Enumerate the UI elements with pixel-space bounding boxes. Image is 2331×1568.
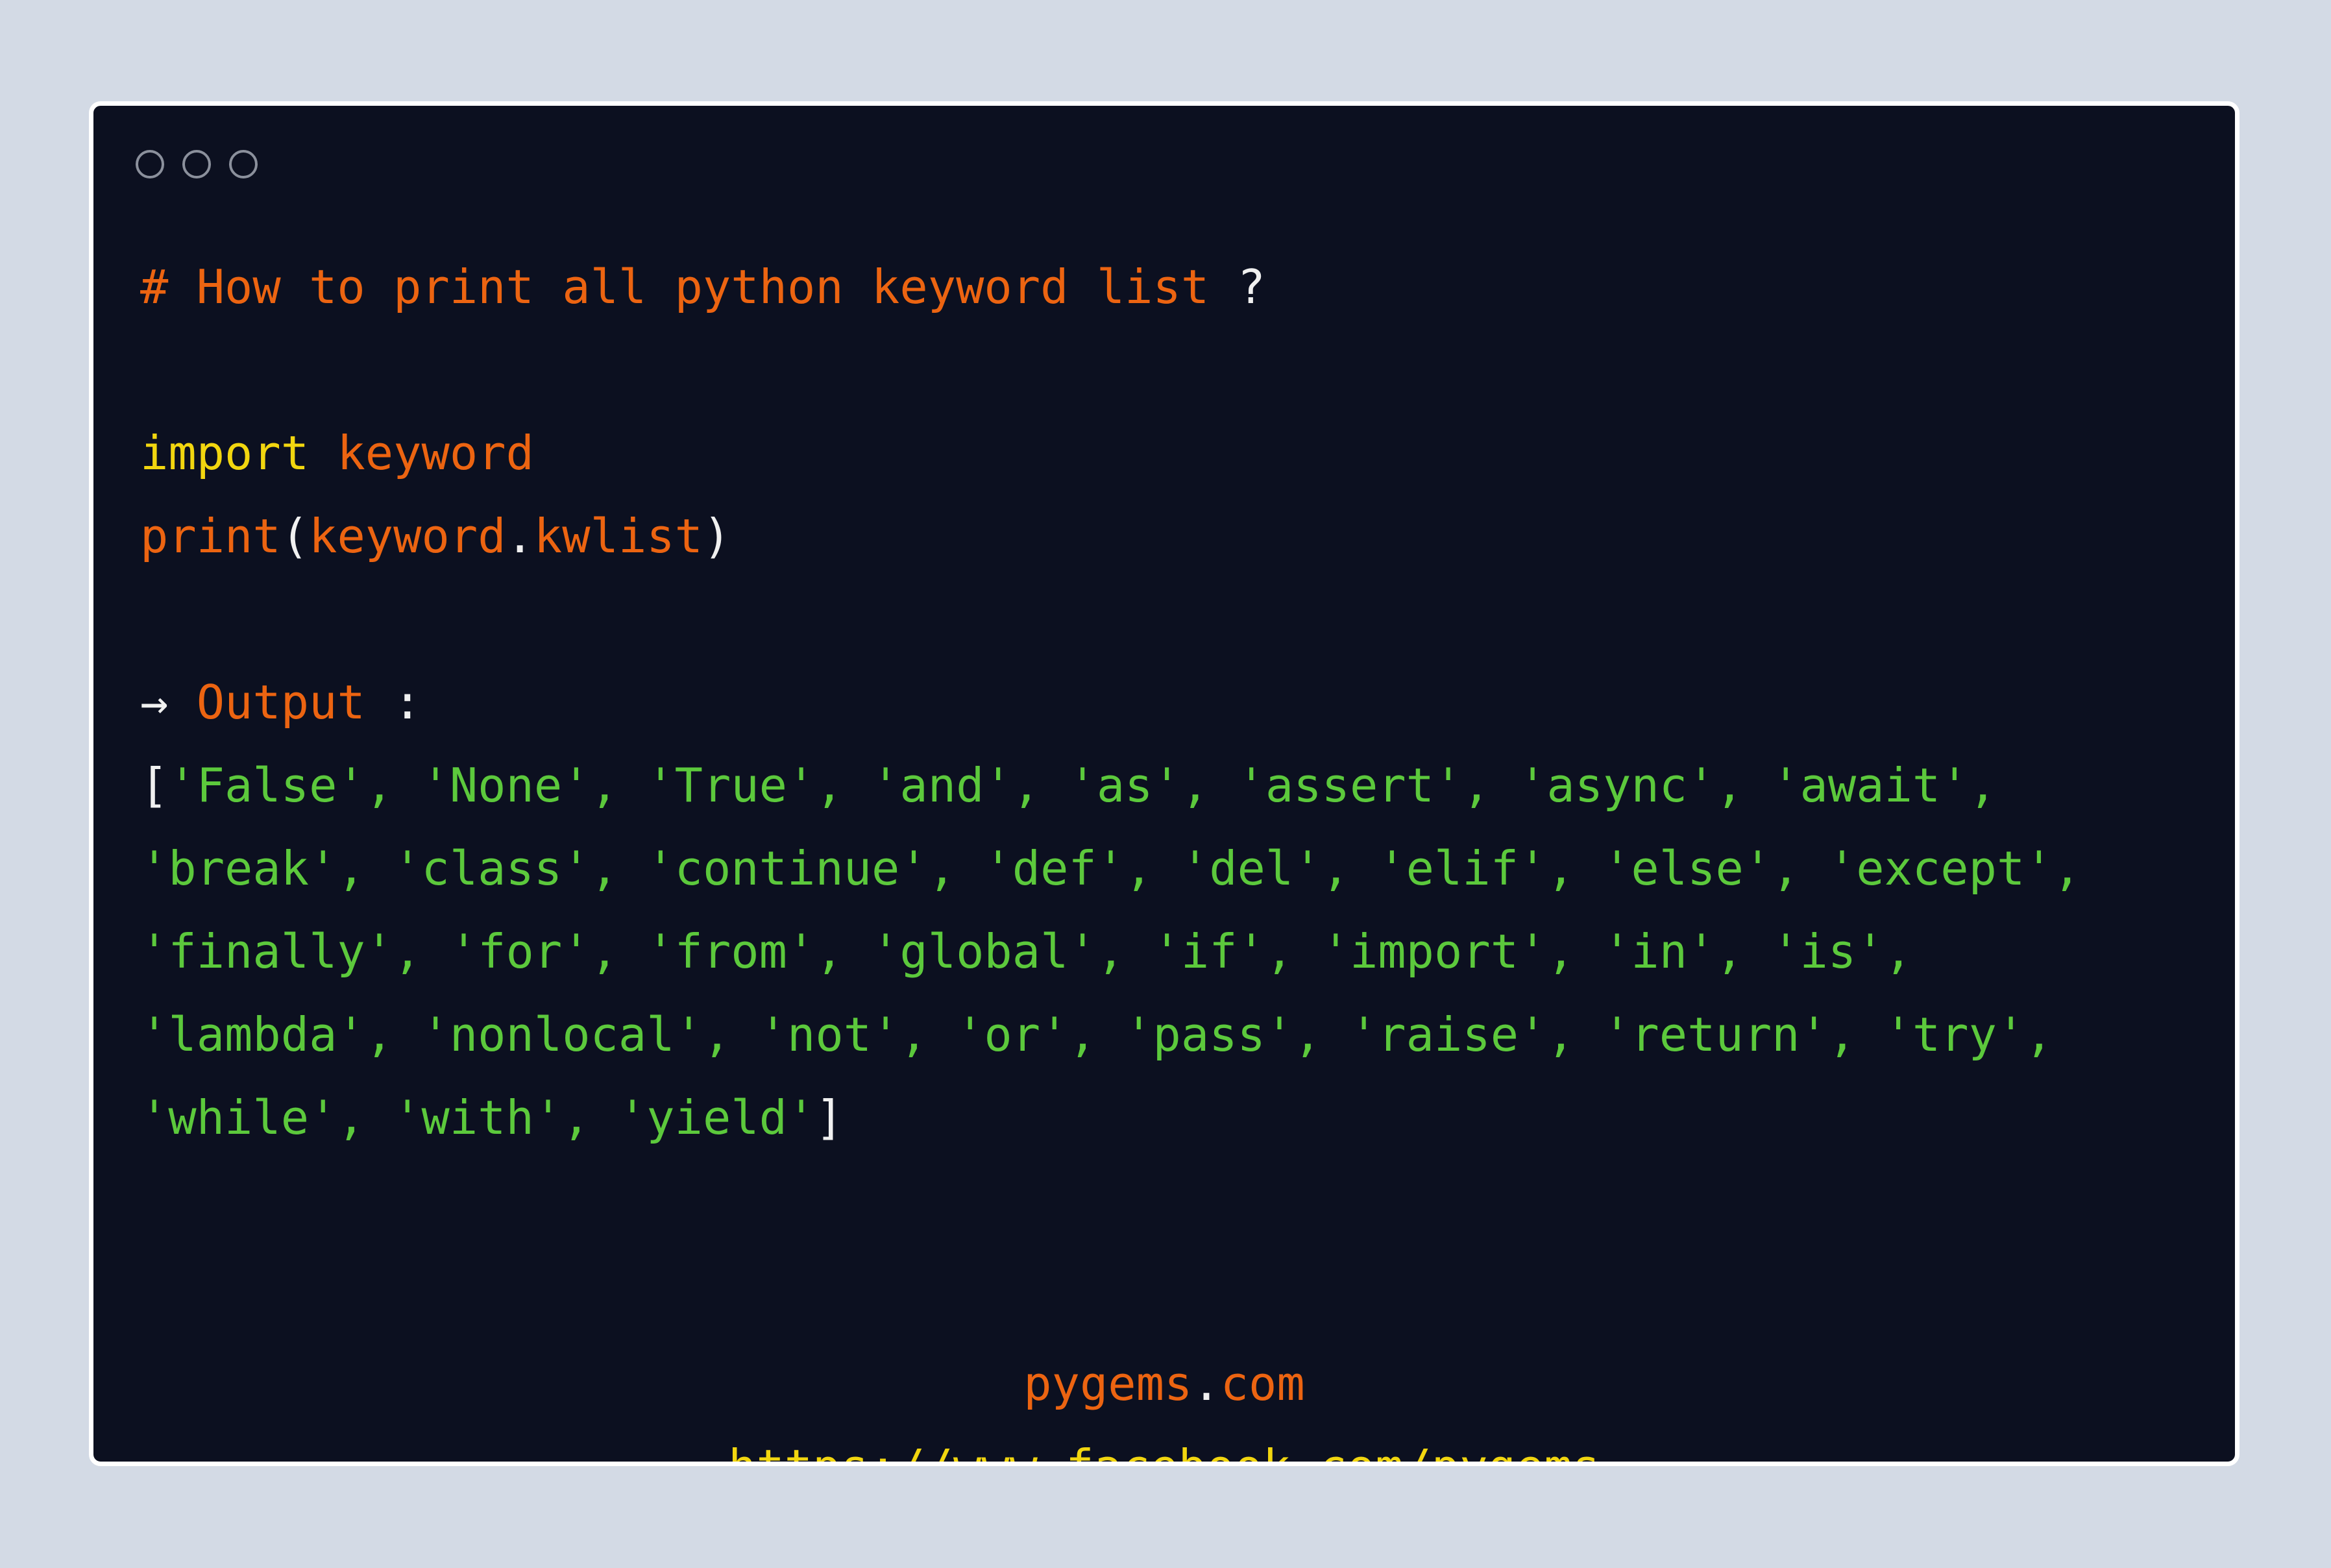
output-text: 'lambda', 'nonlocal', 'not', 'or', 'pass… bbox=[140, 1007, 2053, 1062]
code-block: # How to print all python keyword list ?… bbox=[140, 245, 2081, 1159]
window-dot bbox=[136, 150, 164, 178]
arrow-space bbox=[168, 675, 196, 729]
list-close-bracket: ] bbox=[815, 1090, 844, 1145]
output-line: 'finally', 'for', 'from', 'global', 'if'… bbox=[140, 910, 2081, 993]
import-line: import keyword bbox=[140, 411, 2081, 495]
output-text: 'while', 'with', 'yield' bbox=[140, 1090, 816, 1145]
output-label: Output bbox=[196, 675, 365, 729]
output-colon: : bbox=[365, 675, 422, 729]
output-label-line: → Output : bbox=[140, 661, 2081, 744]
paren-open: ( bbox=[280, 509, 310, 563]
output-text: 'finally', 'for', 'from', 'global', 'if'… bbox=[140, 924, 1912, 979]
output-text: 'False', 'None', 'True', 'and', 'as', 'a… bbox=[168, 758, 1997, 813]
output-line: ['False', 'None', 'True', 'and', 'as', '… bbox=[140, 744, 2081, 827]
print-line: print(keyword.kwlist) bbox=[140, 495, 2081, 578]
output-line: 'lambda', 'nonlocal', 'not', 'or', 'pass… bbox=[140, 993, 2081, 1076]
code-comment: # How to print all python keyword list bbox=[140, 260, 1210, 314]
site-tld: com bbox=[1220, 1356, 1305, 1411]
arrow-icon: → bbox=[140, 675, 169, 729]
code-window: # How to print all python keyword list ?… bbox=[89, 101, 2239, 1466]
attribute-dot: . bbox=[506, 509, 534, 563]
paren-close: ) bbox=[703, 509, 731, 563]
import-keyword: import bbox=[140, 426, 310, 480]
output-line: 'break', 'class', 'continue', 'def', 'de… bbox=[140, 827, 2081, 910]
comment-line: # How to print all python keyword list ? bbox=[140, 245, 2081, 328]
comment-question-mark: ? bbox=[1209, 260, 1265, 314]
window-dot bbox=[182, 150, 211, 178]
site-footer: pygems.com bbox=[93, 1342, 2235, 1425]
print-function: print bbox=[140, 509, 281, 563]
window-controls bbox=[136, 150, 258, 178]
facebook-url[interactable]: https://www.facebook.com/pygems bbox=[93, 1425, 2235, 1462]
keyword-object: keyword bbox=[309, 509, 506, 563]
kwlist-attribute: kwlist bbox=[533, 509, 703, 563]
window-dot bbox=[229, 150, 258, 178]
site-dot: . bbox=[1192, 1356, 1221, 1411]
site-name: pygems bbox=[1023, 1356, 1193, 1411]
import-space bbox=[309, 426, 337, 480]
import-module: keyword bbox=[337, 426, 534, 480]
output-text: 'break', 'class', 'continue', 'def', 'de… bbox=[140, 841, 2081, 896]
output-line: 'while', 'with', 'yield'] bbox=[140, 1076, 2081, 1159]
list-open-bracket: [ bbox=[140, 758, 169, 813]
